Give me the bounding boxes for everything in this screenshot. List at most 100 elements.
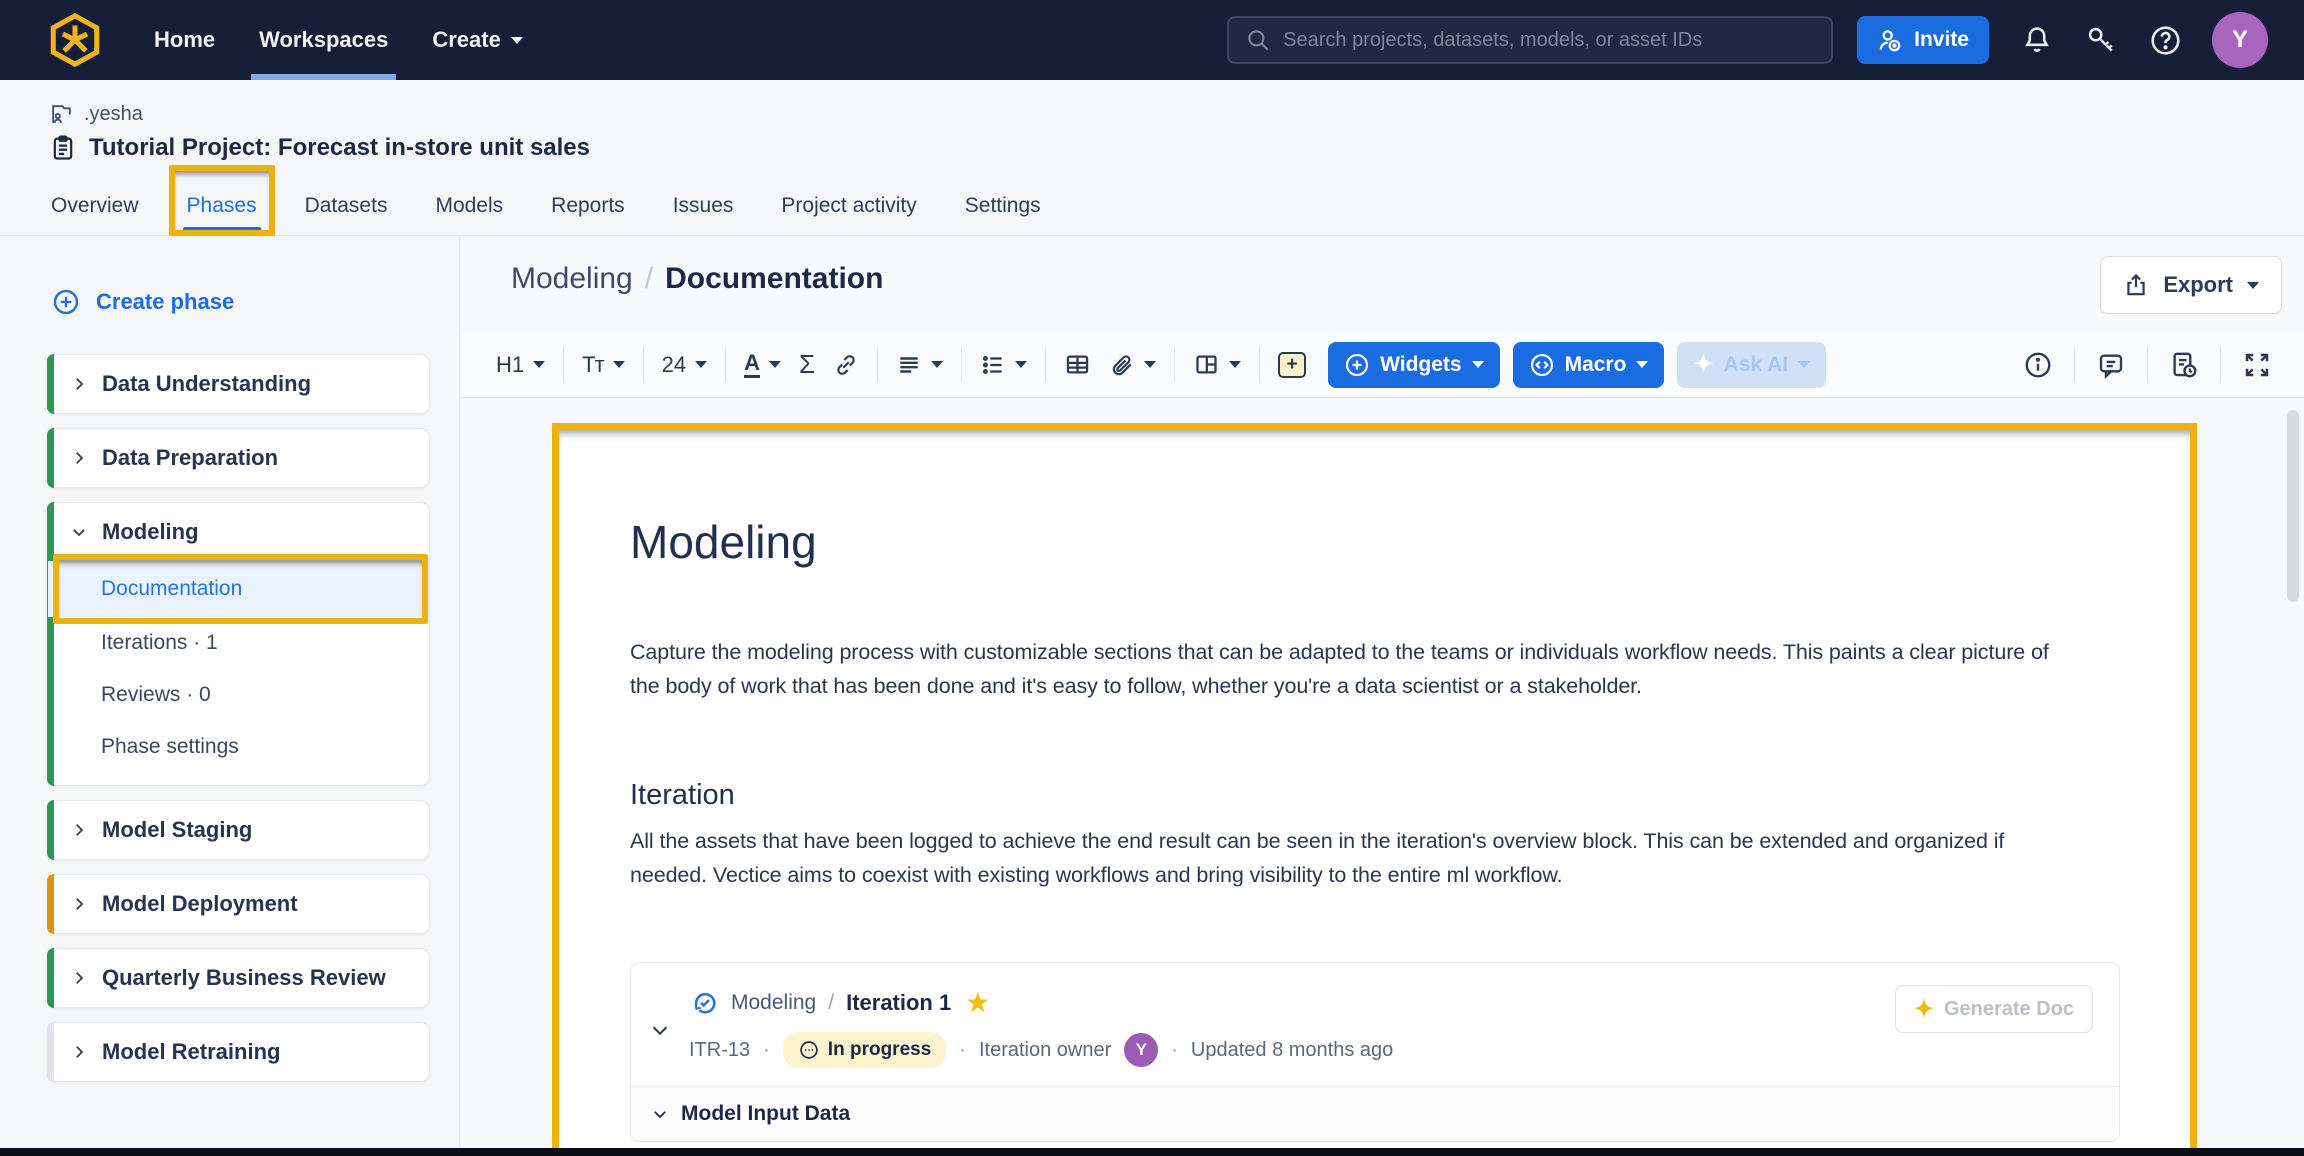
tab-reports[interactable]: Reports (549, 177, 627, 235)
nav-workspaces[interactable]: Workspaces (251, 0, 397, 80)
layout-button[interactable] (1184, 351, 1250, 378)
tab-overview[interactable]: Overview (49, 177, 141, 235)
phase-name: Data Understanding (102, 371, 312, 396)
tab-datasets[interactable]: Datasets (303, 177, 390, 235)
caret-down-icon (612, 361, 625, 368)
app-window: Home Workspaces Create Invite (0, 0, 2304, 1156)
tab-label: Project activity (781, 194, 917, 217)
phase-header[interactable]: Data Understanding (48, 355, 429, 413)
user-avatar[interactable]: Y (2212, 12, 2268, 68)
breadcrumb-current: Documentation (665, 262, 884, 295)
primary-nav: Home Workspaces Create (154, 0, 567, 80)
comments-panel-button[interactable] (2084, 350, 2138, 380)
generate-doc-button[interactable]: ✦ Generate Doc (1894, 985, 2093, 1033)
tab-phases[interactable]: Phases (168, 165, 275, 236)
toolbar-divider (2074, 347, 2075, 382)
align-justify-icon (900, 356, 918, 373)
text-color-button[interactable]: A (735, 351, 790, 378)
comment-plus-icon: + (1278, 351, 1307, 378)
tab-project-activity[interactable]: Project activity (779, 177, 918, 235)
chevron-down-icon (73, 529, 85, 537)
chevron-right-icon (76, 972, 84, 984)
add-comment-button[interactable]: + (1269, 351, 1315, 378)
star-icon[interactable]: ★ (965, 989, 990, 1017)
phase-header[interactable]: Model Retraining (48, 1023, 429, 1081)
invite-button[interactable]: Invite (1857, 16, 1989, 64)
info-button[interactable] (2011, 350, 2065, 380)
tab-settings[interactable]: Settings (963, 177, 1043, 235)
fullscreen-button[interactable] (2230, 350, 2284, 380)
vectice-logo[interactable] (46, 11, 104, 69)
nav-home[interactable]: Home (154, 0, 215, 80)
collapse-iteration-button[interactable] (649, 1019, 671, 1041)
link-button[interactable] (824, 352, 868, 378)
phases-sidebar: Create phase Data Understanding Data Pre… (0, 236, 460, 1148)
phase-header[interactable]: Data Preparation (48, 429, 429, 487)
heading-style-select[interactable]: H1 (487, 352, 554, 378)
tab-label: Models (435, 194, 504, 217)
font-family-select[interactable]: Tᴛ (573, 352, 634, 378)
create-phase-button[interactable]: Create phase (52, 288, 234, 316)
help-button[interactable] (2149, 24, 2182, 57)
main-content: Modeling / Documentation Export H1 Tᴛ 24… (461, 236, 2304, 1148)
editor-toolbar: H1 Tᴛ 24 A Σ + Widgets Macro ✦ Ask AI (461, 332, 2304, 398)
model-input-data-section[interactable]: Model Input Data (631, 1086, 2119, 1141)
top-navbar: Home Workspaces Create Invite (0, 0, 2304, 80)
clipboard-icon (53, 135, 73, 160)
font-size-select[interactable]: 24 (653, 352, 716, 378)
tab-label: Issues (672, 194, 734, 217)
macro-icon (1530, 353, 1553, 376)
info-icon (2025, 352, 2051, 377)
table-button[interactable] (1055, 351, 1100, 378)
export-button[interactable]: Export (2100, 256, 2282, 314)
list-button[interactable] (971, 352, 1036, 378)
attachment-button[interactable] (1100, 352, 1165, 378)
chevron-down-icon (652, 1026, 668, 1036)
sparkle-icon: ✦ (1913, 995, 1934, 1023)
search-input[interactable] (1283, 28, 1816, 52)
phase-list: Data Understanding Data Preparation Mode… (0, 354, 459, 1082)
vertical-scrollbar[interactable] (2287, 410, 2299, 602)
sidebar-item-phase-settings[interactable]: Phase settings (48, 721, 429, 773)
nav-create[interactable]: Create (432, 0, 523, 80)
caret-down-icon (695, 361, 708, 368)
phase-header[interactable]: Model Deployment (48, 875, 429, 933)
phase-accent (47, 874, 54, 934)
sidebar-item-documentation[interactable]: Documentation (48, 554, 429, 624)
sidebar-item-iterations[interactable]: Iterations · 1 (48, 617, 429, 669)
document-history-icon (2173, 352, 2197, 377)
version-history-button[interactable] (2157, 350, 2211, 380)
iteration-id: ITR-13 (689, 1038, 751, 1061)
caret-down-icon (510, 36, 523, 44)
toolbar-divider (1174, 347, 1176, 382)
align-button[interactable] (887, 352, 952, 378)
tab-issues[interactable]: Issues (671, 177, 736, 235)
notifications-button[interactable] (2021, 24, 2053, 56)
phase-header[interactable]: Quarterly Business Review (48, 949, 429, 1007)
iteration-parent-link[interactable]: Modeling (731, 991, 816, 1015)
plus-glyph: + (1286, 353, 1298, 375)
phase-header[interactable]: Modeling (48, 503, 429, 561)
sub-item-label: Phase settings (101, 735, 239, 758)
plus-circle-icon (1346, 353, 1369, 376)
widgets-button[interactable]: Widgets (1328, 341, 1500, 388)
iteration-name: Iteration 1 (846, 990, 952, 1015)
sidebar-item-reviews[interactable]: Reviews · 0 (48, 669, 429, 721)
phase-name: Model Deployment (102, 891, 298, 916)
document-editor[interactable]: Modeling Capture the modeling process wi… (559, 430, 2190, 1142)
bullet-list-icon (983, 355, 1002, 374)
workspace-breadcrumb[interactable]: .yesha (49, 80, 2304, 127)
tab-models[interactable]: Models (433, 177, 505, 235)
phase-accent (47, 1022, 54, 1082)
breadcrumb-parent[interactable]: Modeling (511, 262, 633, 296)
toolbar-divider (642, 347, 644, 382)
phase-header[interactable]: Model Staging (48, 801, 429, 859)
formula-button[interactable]: Σ (790, 349, 824, 380)
paperclip-icon (1112, 354, 1132, 375)
macro-button[interactable]: Macro (1512, 341, 1665, 388)
api-keys-button[interactable] (2085, 24, 2117, 56)
ask-ai-button[interactable]: ✦ Ask AI (1677, 341, 1827, 388)
phase-card-data-preparation: Data Preparation (47, 428, 430, 488)
global-search[interactable] (1227, 16, 1834, 64)
tab-label: Settings (964, 194, 1041, 217)
